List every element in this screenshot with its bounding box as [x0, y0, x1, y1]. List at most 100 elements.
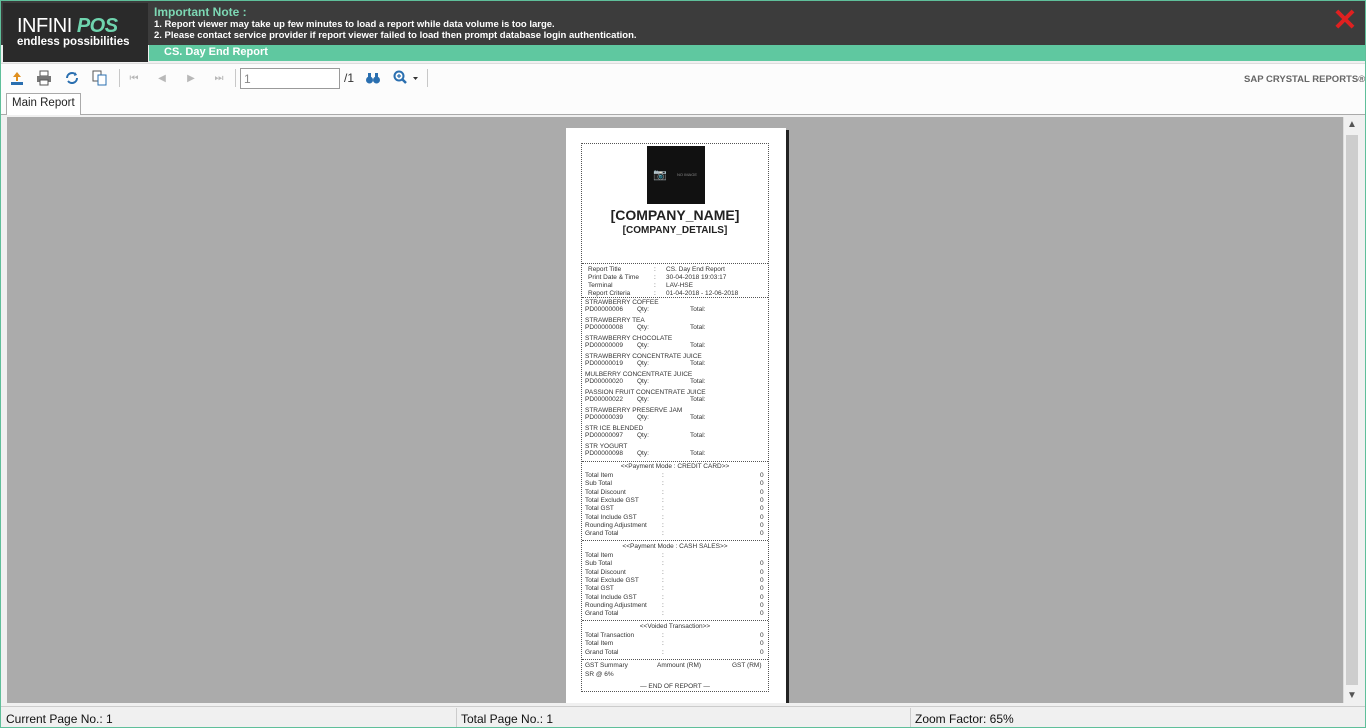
section-title: <<Payment Mode : CREDIT CARD>>	[620, 463, 730, 470]
dotted-divider	[582, 540, 768, 541]
status-divider	[456, 708, 457, 727]
print-icon[interactable]	[34, 69, 54, 87]
total-label: Total:	[690, 378, 706, 385]
summary-colon: :	[662, 488, 664, 496]
note-title: Important Note :	[154, 5, 247, 19]
app-window: Important Note : 1. Report viewer may ta…	[0, 0, 1366, 728]
item-code: PD00000097	[585, 432, 623, 439]
item-code: PD00000006	[585, 306, 623, 313]
status-bar: Current Page No.: 1 Total Page No.: 1 Zo…	[1, 706, 1365, 727]
info-label: Print Date & Time	[588, 274, 639, 281]
info-label: Terminal	[588, 282, 613, 289]
last-page-icon[interactable]: ⏭	[209, 69, 229, 87]
logo: INFINI POS endless possibilities	[3, 3, 148, 62]
camera-icon: 📷	[653, 169, 667, 181]
end-of-report: — END OF REPORT —	[640, 683, 710, 690]
gst-summary-header: GST Summary	[585, 662, 628, 669]
qty-label: Qty:	[637, 414, 649, 421]
item-code: PD00000020	[585, 378, 623, 385]
report-name: CS. Day End Report	[164, 46, 268, 58]
summary-colon: :	[662, 610, 664, 618]
summary-label: Sub Total	[585, 480, 612, 488]
first-page-icon[interactable]: ⏮	[124, 69, 144, 87]
item-name: STR YOGURT	[585, 443, 628, 450]
scroll-down-icon[interactable]: ▼	[1347, 690, 1357, 701]
refresh-icon[interactable]	[62, 69, 82, 87]
logo-main-text: INFINI	[17, 15, 72, 37]
toolbar-separator	[235, 69, 236, 87]
close-icon[interactable]: ✕	[1332, 6, 1358, 36]
summary-colon: :	[662, 472, 664, 479]
summary-value: 0	[760, 488, 764, 496]
report-frame: 📷 NO IMAGE [COMPANY_NAME] [COMPANY_DETAI…	[581, 143, 769, 692]
qty-label: Qty:	[637, 306, 649, 313]
vertical-scrollbar[interactable]: ▲ ▼	[1343, 117, 1360, 703]
summary-value: 0	[760, 648, 764, 656]
summary-label: Total Exclude GST	[585, 576, 639, 584]
scroll-thumb[interactable]	[1346, 135, 1358, 685]
dotted-divider	[582, 620, 768, 621]
qty-label: Qty:	[637, 450, 649, 457]
toolbar-separator	[427, 69, 428, 87]
summary-label: Sub Total	[585, 560, 612, 568]
summary-label: Grand Total	[585, 610, 619, 618]
item-name: STRAWBERRY CONCENTRATE JUICE	[585, 353, 702, 360]
total-label: Total:	[690, 414, 706, 421]
info-value: CS. Day End Report	[666, 266, 725, 273]
item-code: PD00000098	[585, 450, 623, 457]
previous-page-icon[interactable]: ◀	[152, 69, 172, 87]
total-label: Total:	[690, 396, 706, 403]
item-name: STR ICE BLENDED	[585, 425, 644, 432]
info-label: Report Title	[588, 266, 622, 273]
item-code: PD00000039	[585, 414, 623, 421]
item-name: PASSION FRUIT CONCENTRATE JUICE	[585, 389, 706, 396]
item-code: PD00000022	[585, 396, 623, 403]
summary-value: 0	[760, 560, 764, 568]
zoom-icon[interactable]	[391, 69, 421, 87]
summary-value: 0	[760, 472, 764, 479]
summary-label: Total GST	[585, 505, 614, 513]
item-name: STRAWBERRY COFFEE	[585, 299, 659, 306]
summary-value: 0	[760, 480, 764, 488]
summary-label: Total Include GST	[585, 593, 637, 601]
toggle-group-tree-icon[interactable]	[90, 69, 110, 87]
page-total: /1	[344, 71, 355, 85]
summary-label: Rounding Adjustment	[585, 601, 647, 609]
summary-colon: :	[662, 480, 664, 488]
info-value: LAV-HSE	[666, 282, 693, 289]
dotted-divider	[582, 461, 768, 462]
find-binoculars-icon[interactable]	[363, 69, 383, 87]
report-viewer: 📷 NO IMAGE [COMPANY_NAME] [COMPANY_DETAI…	[7, 117, 1343, 703]
summary-value: 0	[760, 593, 764, 601]
dotted-divider	[582, 297, 768, 298]
gst-rate-row: SR @ 6%	[585, 671, 614, 678]
total-label: Total:	[690, 324, 706, 331]
summary-label: Total Include GST	[585, 513, 637, 521]
summary-colon: :	[662, 640, 664, 648]
item-code: PD00000019	[585, 360, 623, 367]
scroll-up-icon[interactable]: ▲	[1347, 119, 1357, 130]
info-value: 01-04-2018 - 12-06-2018	[666, 290, 739, 297]
summary-colon: :	[662, 496, 664, 504]
dotted-divider	[582, 263, 768, 264]
summary-label: Grand Total	[585, 530, 619, 538]
next-page-icon[interactable]: ▶	[181, 69, 201, 87]
item-name: STRAWBERRY TEA	[585, 317, 645, 324]
toolbar: ⏮ ◀ ▶ ⏭ /1 SAP CRYSTAL REPORTS®	[1, 63, 1365, 91]
page-number-input[interactable]	[240, 68, 340, 89]
summary-label: Total Item	[585, 472, 614, 479]
qty-label: Qty:	[637, 378, 649, 385]
current-page-status: Current Page No.: 1	[6, 712, 113, 726]
summary-label: Total Transaction	[585, 632, 635, 639]
item-code: PD00000008	[585, 324, 623, 331]
qty-label: Qty:	[637, 342, 649, 349]
summary-label: Total Discount	[585, 488, 626, 496]
no-image-text: NO IMAGE	[677, 172, 698, 177]
gst-amount-header: Ammount (RM)	[657, 662, 702, 669]
summary-colon: :	[662, 505, 664, 513]
item-name: MULBERRY CONCENTRATE JUICE	[585, 371, 693, 378]
summary-colon: :	[662, 521, 664, 529]
summary-value: 0	[760, 496, 764, 504]
tab-main-report[interactable]: Main Report	[6, 93, 81, 115]
export-icon[interactable]	[7, 69, 27, 87]
